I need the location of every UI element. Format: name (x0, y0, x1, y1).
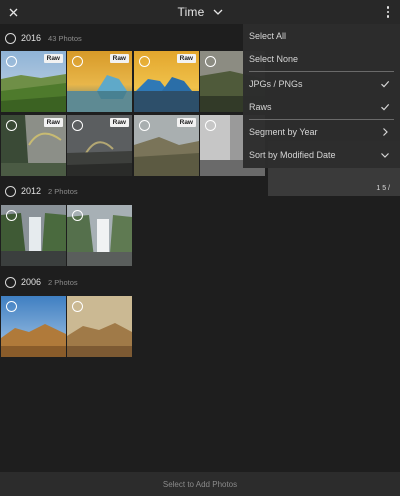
photo-select-radio[interactable] (6, 120, 17, 131)
add-photos-button[interactable]: Select to Add Photos (163, 480, 237, 489)
raw-badge: Raw (43, 54, 63, 63)
menu-item-sort-by-modified-date[interactable]: Sort by Modified Date (243, 143, 400, 166)
menu-item-segment-by-year[interactable]: Segment by Year (243, 120, 400, 143)
more-dot (386, 15, 390, 18)
photo-thumbnail[interactable]: Raw (1, 51, 66, 112)
check-icon (381, 80, 390, 87)
photo-thumbnail[interactable]: Raw (134, 115, 199, 176)
hidden-photo-label: 1 5 / (376, 185, 390, 192)
photo-thumbnail[interactable] (1, 296, 66, 357)
photo-select-radio[interactable] (6, 56, 17, 67)
photo-select-radio[interactable] (72, 56, 83, 67)
chevron-down-icon (381, 152, 389, 158)
menu-item-select-none[interactable]: Select None (243, 47, 400, 70)
photo-select-radio[interactable] (6, 301, 17, 312)
photo-thumbnail[interactable]: Raw (1, 115, 66, 176)
raw-badge: Raw (43, 118, 63, 127)
photo-select-radio[interactable] (139, 120, 150, 131)
menu-item-label: JPGs / PNGs (249, 78, 303, 89)
top-bar: Time (0, 0, 400, 24)
group-year: 2012 (21, 186, 42, 196)
group-count: 43 Photos (48, 33, 82, 43)
raw-badge: Raw (109, 54, 129, 63)
photo-select-radio[interactable] (205, 120, 216, 131)
raw-badge: Raw (176, 54, 196, 63)
photo-select-radio[interactable] (72, 210, 83, 221)
menu-item-label: Sort by Modified Date (249, 149, 336, 160)
photo-thumbnail[interactable]: Raw (134, 51, 199, 112)
group-year: 2016 (21, 33, 42, 43)
raw-badge: Raw (176, 118, 196, 127)
close-icon (9, 8, 17, 16)
photo-select-radio[interactable] (72, 301, 83, 312)
raw-badge: Raw (109, 118, 129, 127)
group-header-2012: 2012 2 Photos (5, 184, 78, 198)
bottom-bar: Select to Add Photos (0, 472, 400, 496)
menu-item-label: Select None (249, 53, 299, 64)
more-options-button[interactable] (384, 4, 392, 20)
more-dot (386, 6, 390, 9)
page-title: Time (177, 5, 205, 19)
photo-select-radio[interactable] (139, 56, 150, 67)
photo-thumbnail[interactable]: Raw (67, 115, 132, 176)
menu-item-label: Raws (249, 101, 272, 112)
photo-thumbnail[interactable] (1, 205, 66, 266)
close-button[interactable] (5, 4, 21, 20)
group-header-2016: 2016 43 Photos (5, 31, 82, 45)
menu-item-label: Segment by Year (249, 126, 318, 137)
group-count: 2 Photos (48, 277, 78, 287)
group-header-2006: 2006 2 Photos (5, 275, 78, 289)
photo-select-radio[interactable] (6, 210, 17, 221)
chevron-right-icon (383, 127, 388, 136)
sort-mode-selector[interactable]: Time (177, 5, 222, 19)
menu-item-raws[interactable]: Raws (243, 95, 400, 118)
photo-thumbnail[interactable]: Raw (67, 51, 132, 112)
group-count: 2 Photos (48, 186, 78, 196)
photo-select-radio[interactable] (205, 56, 216, 67)
photo-thumbnail[interactable] (67, 205, 132, 266)
menu-item-label: Select All (249, 30, 287, 41)
group-select-radio[interactable] (5, 185, 16, 197)
group-select-radio[interactable] (5, 32, 16, 44)
check-icon (381, 103, 390, 110)
menu-item-jpgs-pngs[interactable]: JPGs / PNGs (243, 72, 400, 95)
menu-item-select-all[interactable]: Select All (243, 24, 400, 47)
options-menu: Select All Select None JPGs / PNGs Raws … (243, 24, 400, 168)
more-dot (386, 10, 390, 14)
group-select-radio[interactable] (5, 276, 16, 288)
group-year: 2006 (21, 277, 42, 287)
chevron-down-icon (213, 9, 222, 15)
photo-thumbnail[interactable] (67, 296, 132, 357)
photo-select-radio[interactable] (72, 120, 83, 131)
